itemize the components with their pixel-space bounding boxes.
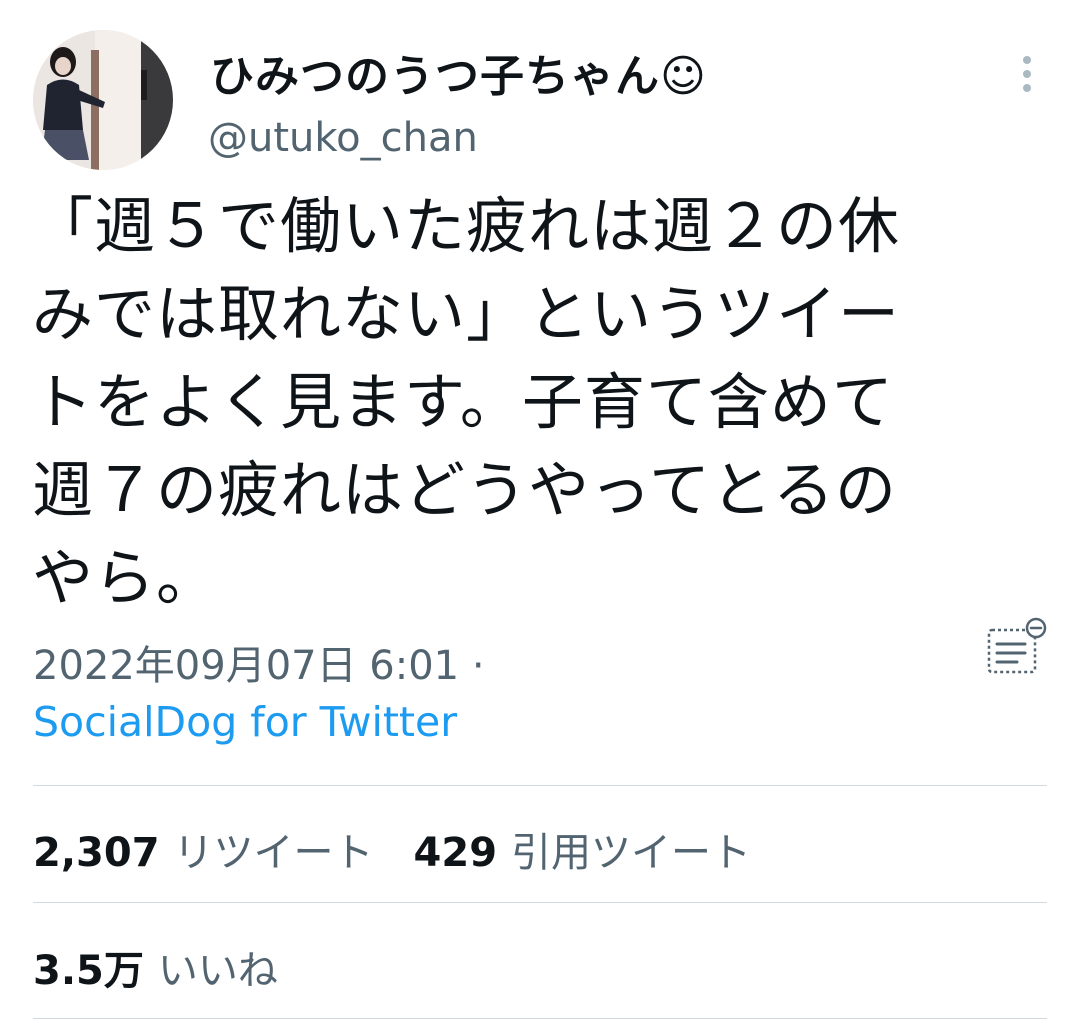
- more-options-button[interactable]: [1010, 52, 1044, 96]
- avatar[interactable]: [33, 30, 173, 170]
- display-name[interactable]: ひみつのうつ子ちゃん☺: [210, 40, 707, 104]
- retweets-label: リツイート: [173, 830, 374, 876]
- quotes-label: 引用ツイート: [511, 830, 752, 876]
- notes-button[interactable]: [985, 616, 1049, 678]
- divider: [33, 1018, 1047, 1019]
- retweets-count: 2,307: [33, 830, 160, 876]
- tweet-source-link[interactable]: SocialDog for Twitter: [33, 698, 457, 746]
- tweet-timestamp[interactable]: 2022年09月07日 6:01: [33, 643, 459, 689]
- tweet-text: 「週５で働いた疲れは週２の休 みでは取れない」というツイー トをよく見ます。子育…: [32, 191, 901, 614]
- retweets-stat[interactable]: 2,307 リツイート: [33, 830, 374, 876]
- divider: [33, 902, 1047, 903]
- more-vertical-icon: [1023, 56, 1031, 92]
- avatar-photo: [33, 30, 173, 170]
- likes-row: 3.5万 いいね: [33, 938, 278, 996]
- likes-count: 3.5万: [33, 948, 144, 994]
- likes-stat[interactable]: 3.5万 いいね: [33, 948, 278, 994]
- tweet-meta: 2022年09月07日 6:01 ·: [33, 633, 485, 691]
- quotes-stat[interactable]: 429 引用ツイート: [414, 830, 752, 876]
- quotes-count: 429: [413, 830, 498, 876]
- engagement-row: 2,307 リツイート 429 引用ツイート: [33, 820, 751, 878]
- divider: [33, 785, 1047, 786]
- meta-separator: ·: [471, 643, 485, 689]
- notes-icon: [987, 617, 1047, 674]
- likes-label: いいね: [157, 948, 278, 994]
- user-handle[interactable]: @utuko_chan: [208, 115, 478, 161]
